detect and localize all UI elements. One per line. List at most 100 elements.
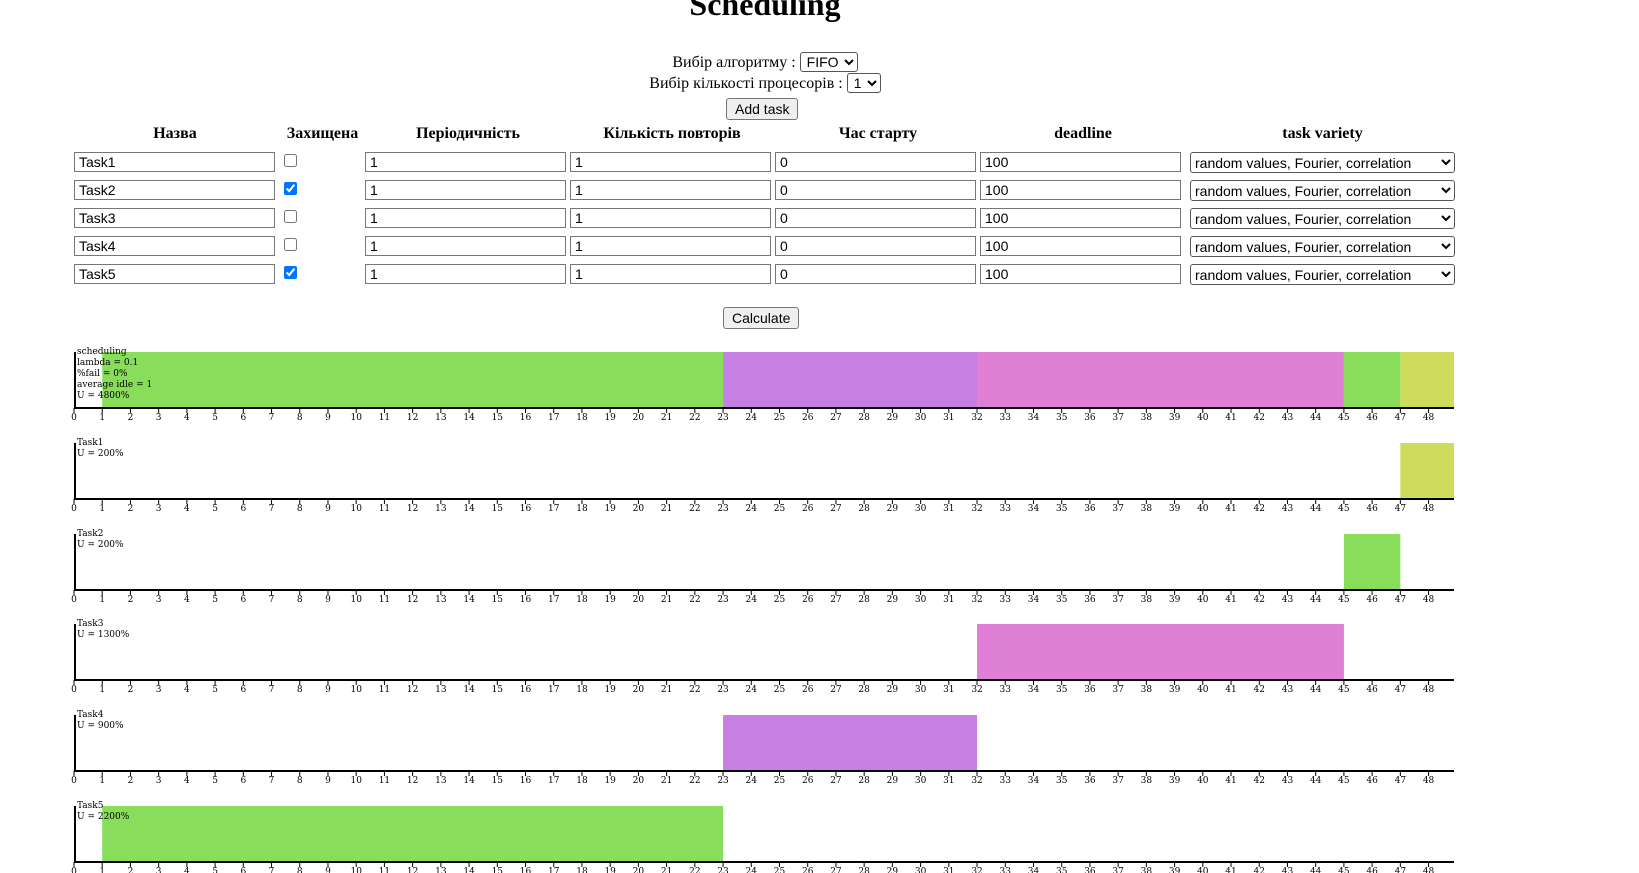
gantt-tick-label: 20: [633, 776, 645, 786]
gantt-tick-label: 43: [1282, 595, 1294, 605]
gantt-tick-label: 21: [661, 413, 672, 423]
gantt-panel-label: Task3: [77, 619, 104, 629]
gantt-tick-label: 28: [858, 867, 870, 873]
gantt-tick-label: 39: [1169, 867, 1181, 873]
gantt-tick-label: 25: [774, 776, 786, 786]
gantt-tick-label: 15: [492, 413, 504, 423]
gantt-tick-label: 46: [1366, 413, 1378, 423]
gantt-tick-label: 43: [1282, 867, 1294, 873]
gantt-tick-label: 31: [943, 685, 954, 695]
gantt-tick-label: 38: [1141, 776, 1153, 786]
gantt-tick-label: 37: [1112, 867, 1124, 873]
gantt-tick-label: 4: [184, 685, 190, 695]
gantt-tick-label: 2: [128, 685, 134, 695]
gantt-tick-label: 26: [802, 504, 814, 514]
gantt-tick-label: 45: [1338, 504, 1350, 514]
gantt-tick-label: 12: [407, 776, 418, 786]
gantt-tick-label: 0: [71, 504, 77, 514]
gantt-tick-label: 42: [1254, 776, 1265, 786]
gantt-tick-label: 10: [350, 685, 362, 695]
gantt-tick-label: 9: [325, 595, 331, 605]
gantt-tick-label: 4: [184, 776, 190, 786]
gantt-tick-label: 33: [1000, 504, 1012, 514]
gantt-tick-label: 10: [350, 867, 362, 873]
gantt-tick-label: 47: [1395, 504, 1407, 514]
gantt-tick-label: 20: [633, 504, 645, 514]
gantt-tick-label: 20: [633, 867, 645, 873]
gantt-tick-label: 30: [915, 504, 927, 514]
gantt-tick-label: 45: [1338, 776, 1350, 786]
gantt-tick-label: 44: [1310, 776, 1322, 786]
gantt-segment-task1: [1400, 443, 1454, 499]
gantt-tick-label: 32: [971, 504, 982, 514]
gantt-tick-label: 39: [1169, 504, 1181, 514]
gantt-tick-label: 23: [717, 504, 729, 514]
gantt-tick-label: 11: [379, 685, 390, 695]
gantt-tick-label: 22: [689, 685, 700, 695]
gantt-tick-label: 27: [830, 504, 842, 514]
gantt-tick-label: 43: [1282, 504, 1294, 514]
gantt-tick-label: 3: [156, 413, 162, 423]
gantt-tick-label: 6: [240, 776, 246, 786]
gantt-tick-label: 15: [492, 867, 504, 873]
gantt-tick-label: 21: [661, 504, 672, 514]
gantt-tick-label: 22: [689, 504, 700, 514]
gantt-tick-label: 4: [184, 867, 190, 873]
gantt-tick-label: 17: [548, 504, 560, 514]
gantt-panel-label: average idle = 1: [77, 380, 152, 390]
gantt-tick-label: 47: [1395, 595, 1407, 605]
gantt-tick-label: 5: [212, 685, 218, 695]
gantt-tick-label: 3: [156, 867, 162, 873]
gantt-tick-label: 29: [887, 504, 899, 514]
gantt-tick-label: 17: [548, 685, 560, 695]
gantt-tick-label: 23: [717, 776, 729, 786]
gantt-tick-label: 24: [746, 867, 758, 873]
gantt-tick-label: 34: [1028, 867, 1040, 873]
gantt-tick-label: 44: [1310, 867, 1322, 873]
gantt-tick-label: 31: [943, 413, 954, 423]
gantt-tick-label: 44: [1310, 413, 1322, 423]
gantt-tick-label: 34: [1028, 685, 1040, 695]
gantt-tick-label: 42: [1254, 685, 1265, 695]
gantt-tick-label: 6: [240, 504, 246, 514]
gantt-tick-label: 18: [576, 776, 588, 786]
gantt-tick-label: 2: [128, 595, 134, 605]
gantt-tick-label: 36: [1084, 413, 1096, 423]
gantt-panel-label: U = 4800%: [77, 391, 130, 401]
gantt-tick-label: 1: [99, 776, 105, 786]
gantt-tick-label: 43: [1282, 413, 1294, 423]
gantt-tick-label: 15: [492, 685, 504, 695]
gantt-tick-label: 5: [212, 595, 218, 605]
gantt-tick-label: 46: [1366, 504, 1378, 514]
gantt-panel-label: U = 200%: [77, 540, 124, 550]
gantt-tick-label: 5: [212, 413, 218, 423]
gantt-tick-label: 5: [212, 504, 218, 514]
gantt-tick-label: 33: [1000, 685, 1012, 695]
gantt-tick-label: 37: [1112, 685, 1124, 695]
gantt-tick-label: 36: [1084, 595, 1096, 605]
gantt-tick-label: 8: [297, 685, 303, 695]
gantt-tick-label: 0: [71, 867, 77, 873]
gantt-tick-label: 38: [1141, 685, 1153, 695]
gantt-tick-label: 35: [1056, 776, 1068, 786]
gantt-tick-label: 3: [156, 776, 162, 786]
gantt-tick-label: 24: [746, 776, 758, 786]
gantt-tick-label: 34: [1028, 776, 1040, 786]
gantt-tick-label: 31: [943, 595, 954, 605]
gantt-tick-label: 9: [325, 685, 331, 695]
gantt-tick-label: 35: [1056, 595, 1068, 605]
gantt-tick-label: 44: [1310, 504, 1322, 514]
gantt-tick-label: 27: [830, 867, 842, 873]
gantt-segment-task5: [102, 806, 724, 862]
gantt-tick-label: 18: [576, 685, 588, 695]
gantt-tick-label: 1: [99, 867, 105, 873]
gantt-tick-label: 40: [1197, 867, 1209, 873]
gantt-tick-label: 48: [1423, 413, 1435, 423]
gantt-tick-label: 33: [1000, 595, 1012, 605]
gantt-tick-label: 45: [1338, 413, 1350, 423]
gantt-tick-label: 47: [1395, 867, 1407, 873]
gantt-tick-label: 11: [379, 776, 390, 786]
gantt-tick-label: 13: [435, 685, 447, 695]
gantt-tick-label: 29: [887, 776, 899, 786]
gantt-tick-label: 42: [1254, 413, 1265, 423]
